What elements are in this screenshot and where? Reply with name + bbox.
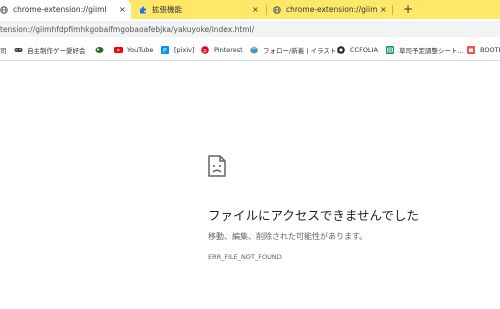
globe-icon (0, 5, 8, 14)
tab-extension-2[interactable]: chrome-extension://giimhfdpfim × (268, 0, 390, 19)
booth-icon (467, 46, 475, 54)
bookmark-item[interactable]: フォロー/新着 | イラスト... (250, 45, 343, 55)
bookmark-label: 草司予定調整シート... (399, 47, 464, 55)
youtube-icon (114, 46, 123, 54)
address-bar[interactable]: tension://giimhfdpfimhkgobalfmgobaoafebj… (0, 21, 500, 37)
bookmark-label: BOOTH (480, 46, 500, 54)
bookmark-label: 自主制作ゲー愛好会 (27, 47, 86, 55)
tab-close-icon[interactable]: × (252, 5, 259, 14)
bookmarks-bar: 司 自主制作ゲー愛好会 YouTube P [pixiv] p Pinteres… (0, 39, 500, 61)
puzzle-icon (139, 6, 147, 14)
svg-text:p: p (203, 48, 207, 54)
tab-extensions[interactable]: 拡張機能 × (134, 0, 265, 19)
pokeball-icon (95, 46, 104, 54)
pixiv-icon: P (161, 46, 169, 55)
tab-close-icon[interactable]: × (380, 5, 387, 14)
bookmark-item[interactable] (95, 45, 108, 55)
tab-close-icon[interactable]: × (119, 5, 126, 14)
svg-text:P: P (163, 48, 167, 55)
bookmark-label: 司 (0, 47, 7, 55)
bookmark-label: [pixiv] (174, 46, 195, 54)
new-tab-button[interactable]: + (403, 2, 413, 16)
bookmark-item[interactable]: BOOTH (467, 45, 500, 55)
tab-strip: chrome-extension://giimhfdpfim × 拡張機能 × … (0, 0, 500, 19)
bookmark-label: YouTube (127, 46, 154, 54)
gamepad-icon (14, 46, 23, 54)
sheets-icon (386, 46, 394, 54)
bookmark-item[interactable]: 司 (0, 45, 7, 55)
bookmark-item[interactable]: YouTube (114, 45, 153, 55)
cube-icon (250, 46, 258, 54)
pinterest-icon: p (201, 46, 209, 54)
broken-file-icon (208, 155, 226, 177)
tab-title: 拡張機能 (152, 5, 182, 14)
tab-separator (392, 5, 393, 15)
toolbar: tension://giimhfdpfimhkgobalfmgobaoafebj… (0, 19, 500, 39)
bookmark-item[interactable]: CCFOLIA (337, 45, 378, 55)
bookmark-item[interactable]: 草司予定調整シート... (386, 45, 464, 55)
error-description: 移動、編集、削除された可能性があります。 (208, 232, 368, 241)
tab-separator (266, 5, 267, 15)
tab-title: chrome-extension://giimhfdpfim (13, 5, 106, 14)
bookmark-item[interactable]: p Pinterest (201, 45, 243, 55)
ccfolia-icon (337, 46, 345, 54)
bookmark-label: Pinterest (214, 46, 243, 54)
bookmark-label: フォロー/新着 | イラスト... (263, 47, 343, 55)
bookmark-item[interactable]: 自主制作ゲー愛好会 (14, 45, 86, 55)
error-code: ERR_FILE_NOT_FOUND (208, 253, 282, 261)
bookmark-label: CCFOLIA (350, 46, 378, 54)
globe-icon (273, 5, 281, 14)
tab-extension-active[interactable]: chrome-extension://giimhfdpfim × (0, 0, 131, 19)
bookmark-item[interactable]: P [pixiv] (161, 45, 195, 55)
error-heading: ファイルにアクセスできませんでした (208, 208, 419, 223)
tab-title: chrome-extension://giimhfdpfim (286, 5, 378, 14)
